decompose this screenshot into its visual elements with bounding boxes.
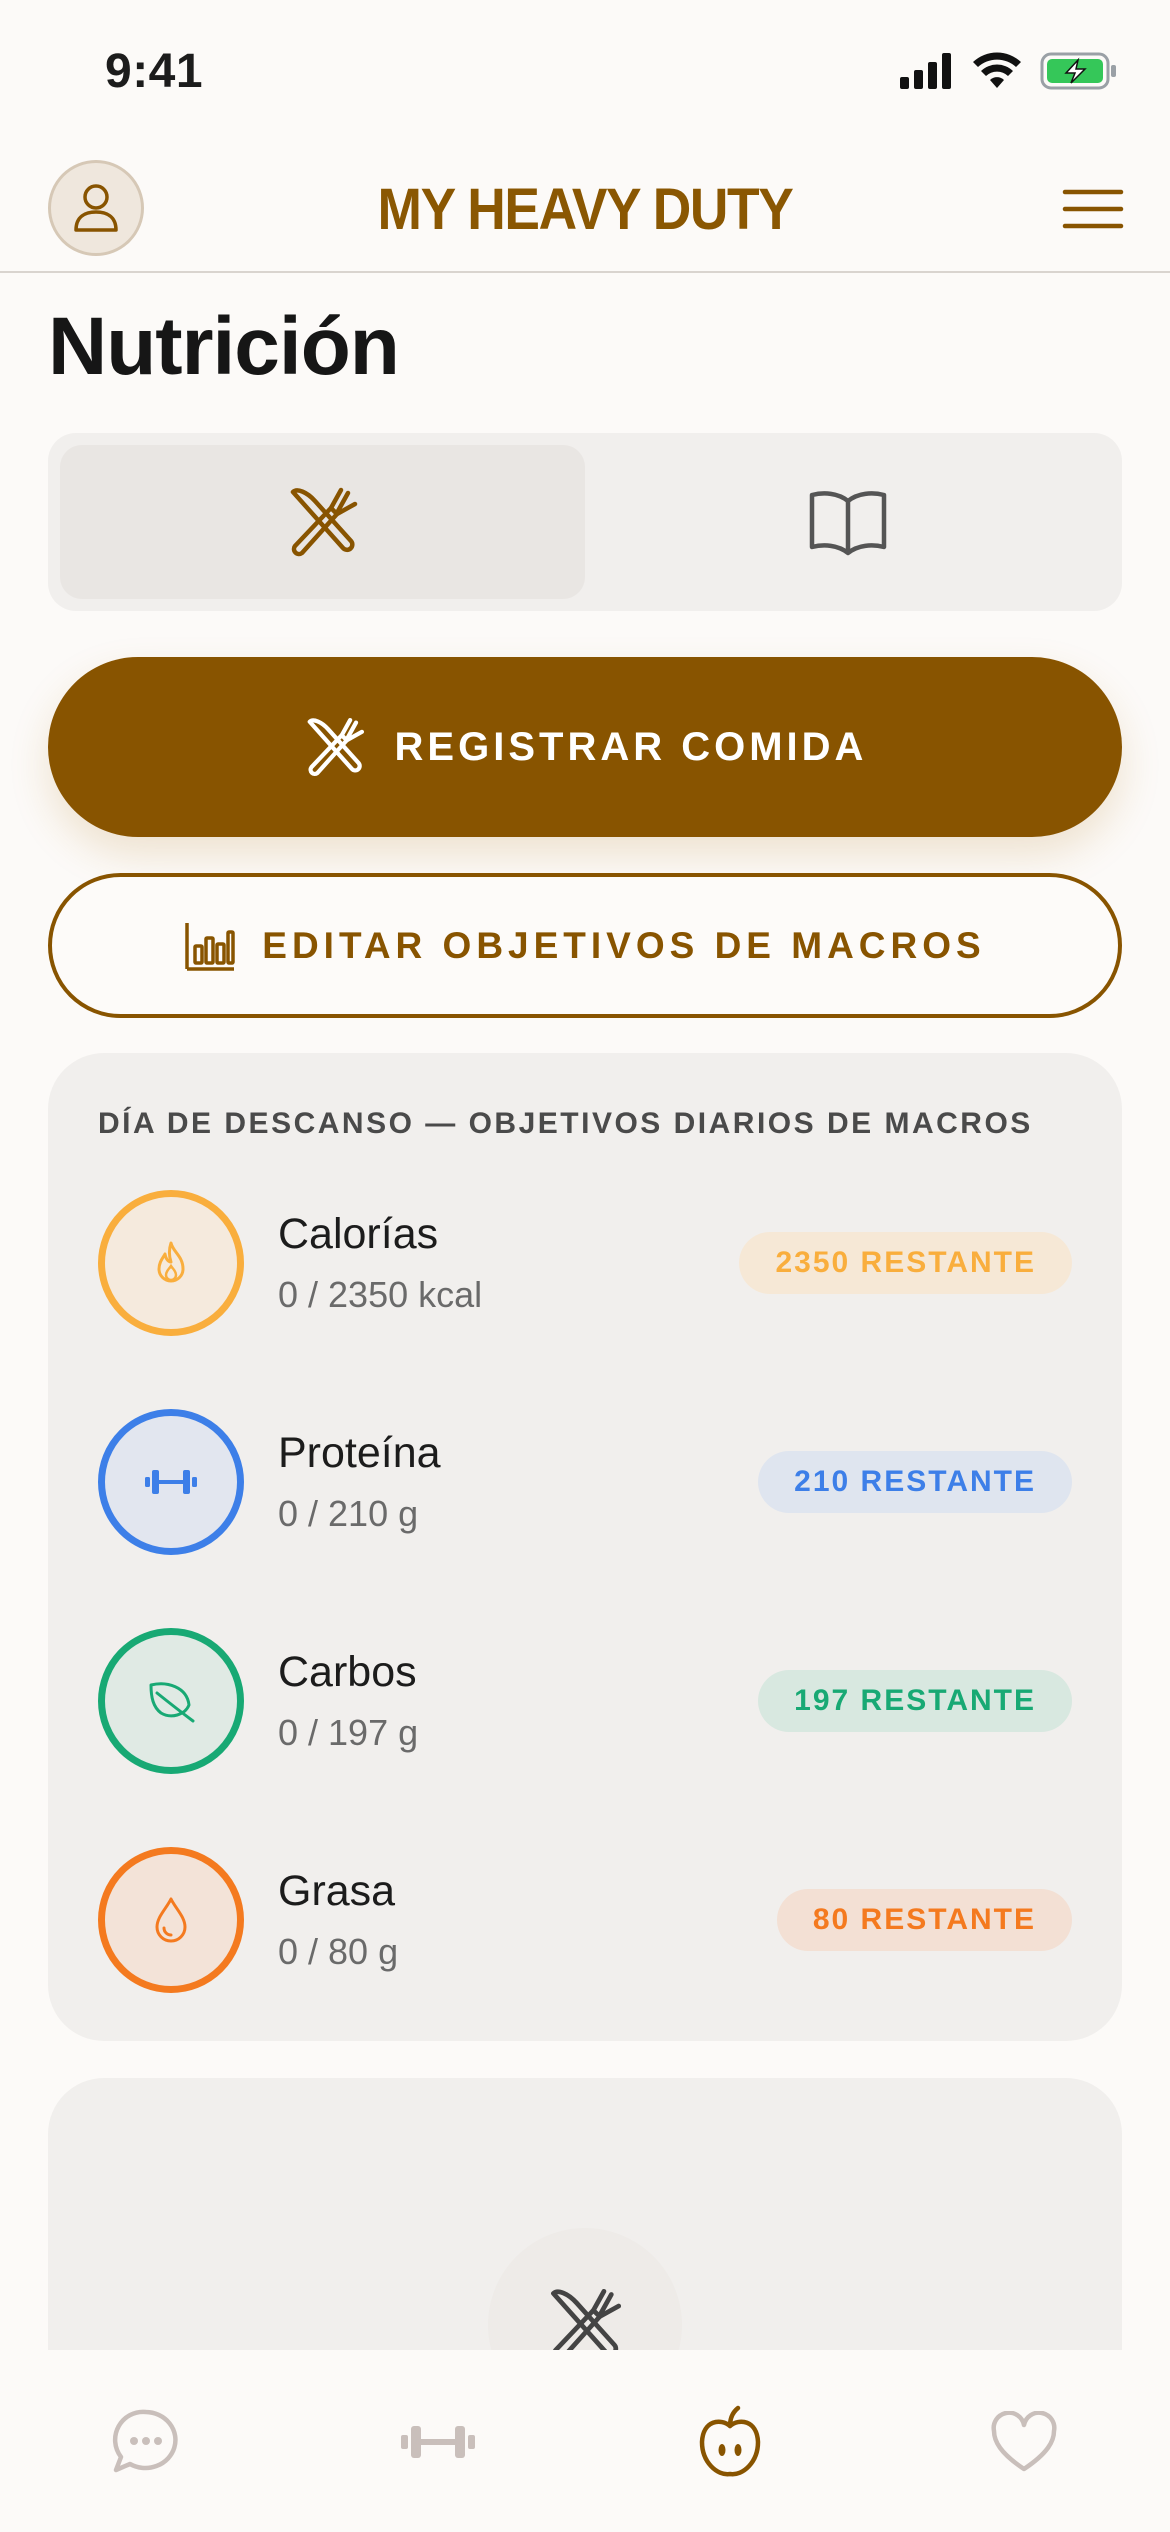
macro-ring bbox=[98, 1190, 244, 1336]
heart-icon bbox=[991, 2411, 1057, 2472]
macro-row-calories: Calorías 0 / 2350 kcal 2350 RESTANTE bbox=[98, 1190, 1072, 1338]
macro-row-carbs: Carbos 0 / 197 g 197 RESTANTE bbox=[98, 1628, 1072, 1776]
status-bar: 9:41 bbox=[0, 0, 1170, 150]
hamburger-menu-icon bbox=[1062, 189, 1124, 229]
macros-card-heading: DÍA DE DESCANSO — OBJETIVOS DIARIOS DE M… bbox=[98, 1107, 1033, 1140]
macro-value: 0 / 197 g bbox=[278, 1712, 419, 1753]
remaining-badge: 80 RESTANTE bbox=[776, 1889, 1072, 1951]
macro-name: Proteína bbox=[278, 1429, 441, 1477]
log-meal-button[interactable]: REGISTRAR COMIDA bbox=[48, 657, 1122, 837]
macro-value: 0 / 210 g bbox=[278, 1493, 419, 1534]
chat-icon bbox=[112, 2409, 178, 2473]
macro-name: Calorías bbox=[278, 1210, 439, 1258]
remaining-badge: 197 RESTANTE bbox=[758, 1670, 1072, 1732]
bottom-tab-bar bbox=[0, 2350, 1170, 2532]
bar-chart-icon bbox=[185, 922, 236, 971]
macro-ring bbox=[98, 1628, 244, 1774]
macro-row-fat: Grasa 0 / 80 g 80 RESTANTE bbox=[98, 1847, 1072, 1995]
macro-name: Grasa bbox=[278, 1867, 396, 1915]
remaining-badge: 2350 RESTANTE bbox=[739, 1232, 1072, 1294]
utensils-icon bbox=[290, 487, 357, 557]
macro-value: 0 / 2350 kcal bbox=[278, 1274, 483, 1315]
apple-icon bbox=[699, 2405, 761, 2477]
macro-ring bbox=[98, 1847, 244, 1993]
view-segmented-control bbox=[48, 433, 1122, 611]
macro-row-protein: Proteína 0 / 210 g 210 RESTANTE bbox=[98, 1409, 1072, 1557]
log-meal-label: REGISTRAR COMIDA bbox=[394, 724, 868, 769]
dumbbell-icon bbox=[145, 1470, 197, 1494]
book-icon bbox=[809, 491, 886, 556]
flame-icon bbox=[157, 1241, 185, 1283]
tab-chat[interactable] bbox=[106, 2402, 186, 2482]
app-header: MY HEAVY DUTY bbox=[0, 150, 1170, 273]
battery-charging-icon bbox=[1040, 52, 1116, 90]
tab-workouts[interactable] bbox=[398, 2402, 478, 2482]
drop-icon bbox=[155, 1897, 187, 1943]
page-title: Nutrición bbox=[48, 301, 400, 392]
tab-recipes[interactable] bbox=[585, 445, 1110, 599]
edit-macro-goals-button[interactable]: EDITAR OBJETIVOS DE MACROS bbox=[48, 873, 1122, 1018]
cellular-signal-icon bbox=[900, 53, 951, 89]
remaining-badge: 210 RESTANTE bbox=[758, 1451, 1072, 1513]
leaf-icon bbox=[149, 1682, 195, 1723]
edit-macro-goals-label: EDITAR OBJETIVOS DE MACROS bbox=[262, 924, 986, 966]
tab-meals[interactable] bbox=[60, 445, 585, 599]
menu-button[interactable] bbox=[1062, 186, 1124, 232]
macro-value: 0 / 80 g bbox=[278, 1931, 399, 1972]
utensils-icon bbox=[307, 717, 364, 777]
macro-ring bbox=[98, 1409, 244, 1555]
dumbbell-icon bbox=[401, 2426, 475, 2458]
status-icons bbox=[900, 52, 1118, 90]
wifi-icon bbox=[973, 52, 1021, 88]
macro-name: Carbos bbox=[278, 1648, 417, 1696]
status-time: 9:41 bbox=[105, 45, 204, 98]
app-title: MY HEAVY DUTY bbox=[377, 177, 794, 242]
tab-nutrition[interactable] bbox=[690, 2402, 770, 2482]
tab-health[interactable] bbox=[984, 2402, 1064, 2482]
daily-macros-card: DÍA DE DESCANSO — OBJETIVOS DIARIOS DE M… bbox=[48, 1053, 1122, 2041]
